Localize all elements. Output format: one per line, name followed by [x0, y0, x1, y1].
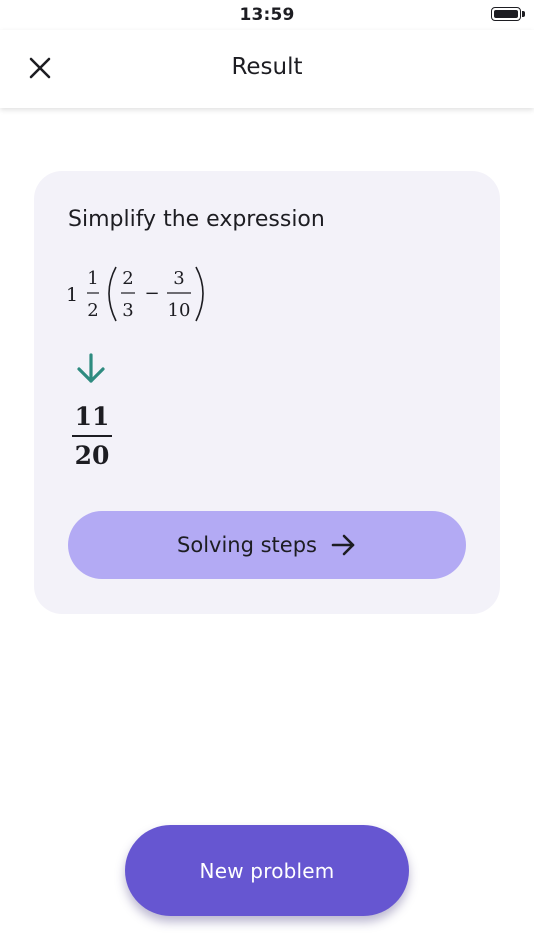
page-title: Result [231, 54, 303, 80]
status-bar: 13:59 [0, 0, 534, 30]
problem-expression: 1 1 2 2 3 − 3 10 [66, 261, 226, 327]
expr-whole: 1 [66, 284, 78, 306]
battery-cap [522, 11, 525, 17]
arrow-down-icon [74, 351, 108, 387]
expr-operator: − [144, 283, 159, 304]
expr-mixed-numerator: 1 [87, 268, 98, 289]
left-paren [108, 266, 117, 322]
app-header: Result [0, 30, 534, 108]
expr-mixed-denominator: 2 [87, 300, 98, 321]
solving-steps-label: Solving steps [177, 533, 317, 557]
expr-frac1-numerator: 2 [122, 268, 133, 289]
new-problem-label: New problem [199, 858, 335, 883]
answer-fraction-bar [72, 435, 112, 437]
solving-steps-button[interactable]: Solving steps [68, 511, 466, 579]
expr-frac2-numerator: 3 [173, 268, 184, 289]
expr-frac2-denominator: 10 [168, 300, 191, 321]
expr-frac1-denominator: 3 [122, 300, 133, 321]
answer-denominator: 20 [74, 441, 110, 470]
status-time: 13:59 [239, 5, 295, 25]
new-problem-button[interactable]: New problem [125, 825, 409, 916]
result-card: Simplify the expression 1 1 2 2 3 − 3 10… [34, 171, 500, 614]
arrow-right-icon [331, 534, 357, 556]
problem-label: Simplify the expression [68, 207, 325, 232]
answer-numerator: 11 [74, 402, 110, 431]
battery-level [494, 10, 518, 18]
battery-full-icon [491, 7, 521, 21]
right-paren [195, 266, 204, 322]
answer-fraction: 11 20 [72, 403, 112, 470]
